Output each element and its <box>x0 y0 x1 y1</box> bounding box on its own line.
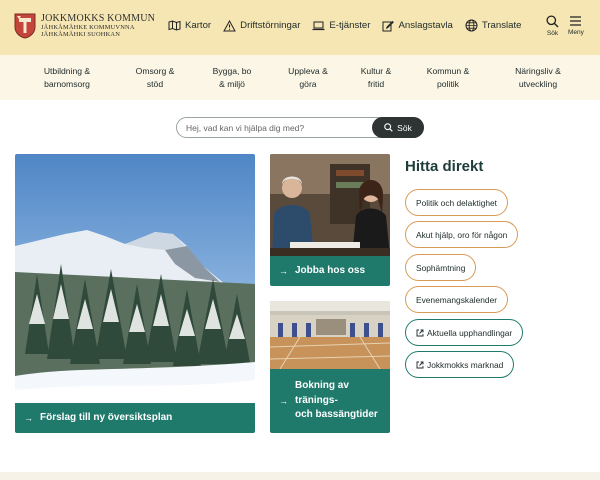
link-kartor[interactable]: Kartor <box>168 20 211 31</box>
coat-of-arms-icon <box>14 13 36 39</box>
card-title: Förslag till ny översiktsplan <box>40 411 173 423</box>
menu-label: Meny <box>568 29 584 36</box>
logo-subtitle-2: JÅHKÅMÅHKI SUOHKAN <box>41 31 121 38</box>
search-submit-button[interactable]: Sök <box>372 117 424 138</box>
external-link-icon <box>416 329 424 336</box>
laptop-icon <box>312 21 325 30</box>
card-oversiktsplan[interactable]: → Förslag till ny översiktsplan <box>15 154 255 433</box>
card-jobba-hos-oss[interactable]: → Jobba hos oss <box>270 154 390 286</box>
card-label: → Bokning av tränings- och bassängtider <box>270 369 390 433</box>
quicklink-label: Jokkmokks marknad <box>427 359 504 370</box>
quicklink-akut-hjalp[interactable]: Akut hjälp, oro för någon <box>405 221 519 248</box>
external-link-icon <box>416 361 424 368</box>
quicklink-label: Politik och delaktighet <box>416 197 498 208</box>
quicklink-label: Evenemangskalender <box>416 294 498 305</box>
nav-omsorg[interactable]: Omsorg & stöd <box>128 65 182 90</box>
card-label: → Jobba hos oss <box>270 256 390 286</box>
nav-kultur[interactable]: Kultur & fritid <box>352 65 400 90</box>
card-label: → Förslag till ny översiktsplan <box>15 403 255 433</box>
quicklink-label: Sophämtning <box>416 262 466 273</box>
menu-button[interactable]: Meny <box>568 15 584 36</box>
link-e-tjanster-label: E-tjänster <box>329 20 371 31</box>
nav-utbildning[interactable]: Utbildning & barnomsorg <box>36 65 98 90</box>
main-navigation: Utbildning & barnomsorg Omsorg & stöd By… <box>0 55 600 100</box>
quicklink-label: Aktuella upphandlingar <box>427 327 513 338</box>
site-logo[interactable]: JOKKMOKKS KOMMUN JÅHKÅMÅHKE KOMMUVNNA JÅ… <box>14 13 155 39</box>
quicklink-sophamtning[interactable]: Sophämtning <box>405 254 477 281</box>
link-driftstorningar[interactable]: Driftstörningar <box>223 19 301 32</box>
logo-title: JOKKMOKKS KOMMUN <box>41 12 156 24</box>
arrow-right-icon: → <box>24 413 33 423</box>
search-icon <box>384 123 393 132</box>
top-header: JOKKMOKKS KOMMUN JÅHKÅMÅHKE KOMMUVNNA JÅ… <box>0 0 600 55</box>
card-title: Jobba hos oss <box>295 264 366 276</box>
link-e-tjanster[interactable]: E-tjänster <box>312 20 370 31</box>
globe-icon <box>465 19 478 32</box>
header-search-button[interactable]: Sök <box>546 15 559 37</box>
link-driftstorningar-label: Driftstörningar <box>240 20 301 31</box>
arrow-right-icon: → <box>279 266 288 276</box>
link-translate[interactable]: Translate <box>465 19 522 32</box>
quicklink-evenemangskalender[interactable]: Evenemangskalender <box>405 286 509 313</box>
card-bokning[interactable]: → Bokning av tränings- och bassängtider <box>270 301 390 433</box>
winter-landscape-image <box>15 154 255 404</box>
site-search: Sök <box>176 117 424 138</box>
quicklink-marknad[interactable]: Jokkmokks marknad <box>405 351 515 378</box>
quicklink-label: Akut hjälp, oro för någon <box>416 229 508 240</box>
hamburger-icon <box>570 16 582 26</box>
arrow-right-icon: → <box>279 396 288 406</box>
link-anslagstavla-label: Anslagstavla <box>398 20 453 31</box>
link-translate-label: Translate <box>481 20 522 31</box>
link-kartor-label: Kartor <box>185 20 212 31</box>
search-submit-label: Sök <box>397 122 412 133</box>
warning-icon <box>223 19 236 31</box>
quicklink-politik[interactable]: Politik och delaktighet <box>405 189 509 216</box>
hitta-direkt-title: Hitta direkt <box>405 158 484 175</box>
nav-naringsliv[interactable]: Näringsliv & utveckling <box>505 65 571 90</box>
quicklink-upphandlingar[interactable]: Aktuella upphandlingar <box>405 319 524 346</box>
search-input[interactable] <box>186 121 371 134</box>
link-anslagstavla[interactable]: Anslagstavla <box>382 20 453 32</box>
card-title: Bokning av tränings- och bassängtider <box>295 380 378 421</box>
header-search-label: Sök <box>546 30 559 37</box>
footer-strip <box>0 472 600 480</box>
search-icon <box>546 15 559 28</box>
nav-kommun[interactable]: Kommun & politik <box>420 65 476 90</box>
nav-uppleva[interactable]: Uppleva & göra <box>281 65 335 90</box>
people-working-image <box>270 154 390 256</box>
edit-icon <box>382 20 395 31</box>
utility-links: Kartor Driftstörningar E-tjänster Anslag… <box>168 19 534 32</box>
sports-hall-image <box>270 301 390 369</box>
nav-bygga-bo[interactable]: Bygga, bo & miljö <box>204 65 260 90</box>
map-icon <box>168 20 181 31</box>
